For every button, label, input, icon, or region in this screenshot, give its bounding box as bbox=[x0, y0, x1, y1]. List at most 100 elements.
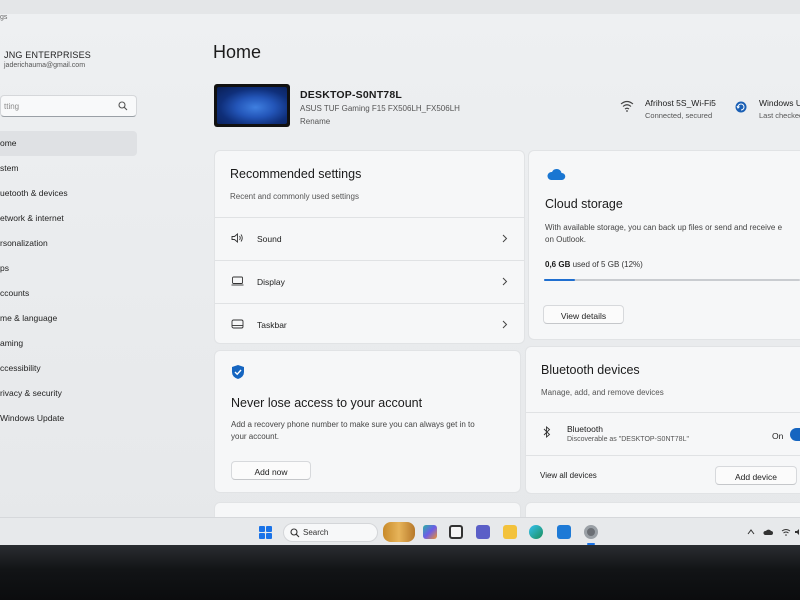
recommended-item-label: Display bbox=[257, 277, 285, 287]
sidebar-item-label: ps bbox=[0, 263, 9, 273]
chevron-right-icon bbox=[502, 234, 508, 243]
view-details-button[interactable]: View details bbox=[543, 305, 624, 324]
search-icon bbox=[290, 528, 300, 538]
recommended-item-display[interactable]: Display bbox=[215, 261, 524, 303]
teams-icon[interactable] bbox=[476, 525, 490, 539]
volume-tray-icon[interactable] bbox=[795, 528, 800, 536]
cloud-title: Cloud storage bbox=[545, 197, 623, 211]
device-name: DESKTOP-S0NT78L bbox=[300, 89, 402, 101]
search-icon bbox=[118, 101, 128, 111]
cloud-usage-progress-fill bbox=[544, 279, 575, 281]
account-card-description-2: your account. bbox=[231, 432, 280, 441]
cloud-description-2: on Outlook. bbox=[545, 235, 586, 244]
sidebar-item-accounts[interactable]: ccounts bbox=[0, 281, 140, 306]
network-status: Connected, secured bbox=[645, 111, 713, 120]
widgets-icon[interactable] bbox=[383, 522, 415, 542]
sidebar-item-personalization[interactable]: rsonalization bbox=[0, 231, 140, 256]
page-title: Home bbox=[213, 42, 262, 62]
sidebar-item-label: me & language bbox=[0, 313, 58, 323]
recommended-item-label: Sound bbox=[257, 234, 282, 244]
sidebar-item-gaming[interactable]: aming bbox=[0, 331, 140, 356]
recommended-subtitle: Recent and commonly used settings bbox=[230, 192, 359, 201]
network-name[interactable]: Afrihost 5S_Wi-Fi5 bbox=[645, 98, 716, 108]
sidebar-item-network[interactable]: etwork & internet bbox=[0, 206, 140, 231]
recommended-item-sound[interactable]: Sound bbox=[215, 218, 524, 260]
bluetooth-toggle[interactable] bbox=[790, 428, 800, 441]
sidebar-item-label: ccessibility bbox=[0, 363, 41, 373]
sidebar-item-label: rsonalization bbox=[0, 238, 48, 248]
monitor-icon bbox=[231, 276, 244, 286]
wifi-tray-icon[interactable] bbox=[781, 528, 791, 536]
speaker-icon bbox=[231, 233, 243, 243]
search-placeholder: tting bbox=[4, 102, 20, 111]
sidebar-item-label: Windows Update bbox=[0, 413, 65, 423]
file-explorer-icon[interactable] bbox=[503, 525, 517, 539]
cloud-usage-total: used of 5 GB (12%) bbox=[572, 260, 643, 269]
account-email: jaderichauma@gmail.com bbox=[4, 62, 86, 69]
copilot-icon[interactable] bbox=[423, 525, 437, 539]
account-card-description-1: Add a recovery phone number to make sure… bbox=[231, 420, 475, 429]
rename-link[interactable]: Rename bbox=[300, 117, 330, 126]
sidebar-item-label: stem bbox=[0, 163, 19, 173]
app-title: gs bbox=[0, 14, 8, 21]
sidebar-item-apps[interactable]: ps bbox=[0, 256, 140, 281]
bluetooth-device-status: Discoverable as "DESKTOP-S0NT78L" bbox=[567, 436, 689, 443]
recommended-title: Recommended settings bbox=[230, 167, 362, 181]
taskbar-search-label: Search bbox=[303, 528, 329, 537]
sidebar-item-label: etwork & internet bbox=[0, 213, 64, 223]
cloud-usage-amount: 0,6 GB bbox=[545, 260, 571, 269]
account-name: JNG ENTERPRISES bbox=[4, 50, 92, 60]
sidebar-item-label: ome bbox=[0, 138, 17, 148]
settings-search-input[interactable]: tting bbox=[0, 95, 137, 117]
sidebar-item-label: rivacy & security bbox=[0, 388, 62, 398]
chevron-up-icon[interactable] bbox=[747, 528, 755, 536]
update-status: Last checked bbox=[759, 111, 800, 120]
sidebar-item-label: uetooth & devices bbox=[0, 188, 68, 198]
screen: gs JNG ENTERPRISES jaderichauma@gmail.co… bbox=[0, 0, 800, 545]
chevron-right-icon bbox=[502, 320, 508, 329]
settings-gear-icon[interactable] bbox=[584, 525, 598, 539]
sidebar: JNG ENTERPRISES jaderichauma@gmail.com t… bbox=[0, 40, 140, 460]
cloud-description-1: With available storage, you can back up … bbox=[545, 223, 783, 232]
sidebar-nav: ome stem uetooth & devices etwork & inte… bbox=[0, 131, 140, 431]
sidebar-item-windows-update[interactable]: Windows Update bbox=[0, 406, 140, 431]
sidebar-item-privacy[interactable]: rivacy & security bbox=[0, 381, 140, 406]
bluetooth-toggle-label: On bbox=[772, 431, 784, 441]
divider bbox=[526, 412, 800, 413]
sidebar-item-label: aming bbox=[0, 338, 24, 348]
store-icon[interactable] bbox=[557, 525, 571, 539]
wifi-icon bbox=[620, 100, 634, 112]
sidebar-item-label: ccounts bbox=[0, 288, 30, 298]
sidebar-item-bluetooth[interactable]: uetooth & devices bbox=[0, 181, 140, 206]
update-title[interactable]: Windows U bbox=[759, 98, 800, 108]
taskbar: Search bbox=[0, 517, 800, 545]
cloud-tray-icon[interactable] bbox=[763, 528, 773, 536]
sidebar-item-system[interactable]: stem bbox=[0, 156, 140, 181]
add-device-button[interactable]: Add device bbox=[715, 466, 797, 485]
cloud-icon bbox=[547, 168, 566, 180]
start-button[interactable] bbox=[259, 526, 272, 539]
edge-icon[interactable] bbox=[529, 525, 543, 539]
laptop-bezel bbox=[0, 545, 800, 600]
device-model: ASUS TUF Gaming F15 FX506LH_FX506LH bbox=[300, 104, 460, 113]
cloud-usage-progress bbox=[544, 279, 800, 281]
recommended-item-label: Taskbar bbox=[257, 320, 287, 330]
task-view-icon[interactable] bbox=[449, 525, 463, 539]
wallpaper-preview bbox=[217, 87, 287, 124]
sidebar-item-time-language[interactable]: me & language bbox=[0, 306, 140, 331]
bluetooth-subtitle: Manage, add, and remove devices bbox=[541, 388, 664, 397]
recommended-settings-card: Recommended settings Recent and commonly… bbox=[214, 150, 525, 344]
recommended-item-taskbar[interactable]: Taskbar bbox=[215, 304, 524, 346]
sidebar-item-accessibility[interactable]: ccessibility bbox=[0, 356, 140, 381]
bluetooth-icon bbox=[543, 426, 551, 438]
taskbar-search[interactable]: Search bbox=[283, 523, 378, 542]
account-card-title: Never lose access to your account bbox=[231, 396, 423, 410]
device-thumbnail bbox=[214, 84, 290, 127]
taskbar-icon bbox=[231, 319, 244, 329]
view-all-devices-link[interactable]: View all devices bbox=[540, 471, 597, 480]
bluetooth-title: Bluetooth devices bbox=[541, 363, 640, 377]
sidebar-item-home[interactable]: ome bbox=[0, 131, 137, 156]
chevron-right-icon bbox=[502, 277, 508, 286]
divider bbox=[526, 455, 800, 456]
add-now-button[interactable]: Add now bbox=[231, 461, 311, 480]
